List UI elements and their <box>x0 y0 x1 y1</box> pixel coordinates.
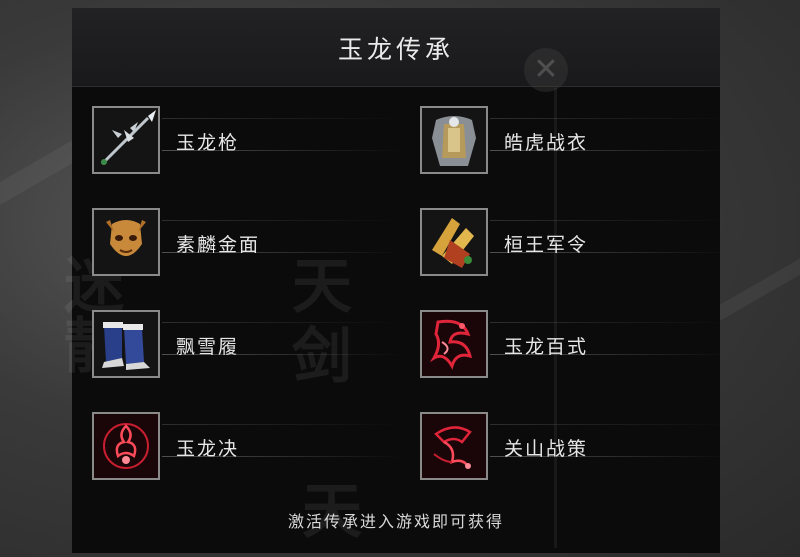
item-label: 素麟金面 <box>176 234 261 256</box>
dragon-art-icon <box>422 312 486 376</box>
reward-item[interactable]: 飘雪履 <box>92 310 402 384</box>
item-label: 玉龙枪 <box>176 132 240 154</box>
close-button[interactable]: ✕ <box>524 48 568 92</box>
item-label: 皓虎战衣 <box>504 132 589 154</box>
divider <box>162 220 402 221</box>
divider <box>162 424 402 425</box>
armor-icon <box>422 108 486 172</box>
golden-mask-icon <box>94 210 158 274</box>
reward-item[interactable]: 皓虎战衣 <box>420 106 730 180</box>
divider <box>490 118 730 119</box>
title-bar: 玉龙传承 ✕ <box>72 8 720 92</box>
reward-item[interactable]: 玉龙枪 <box>92 106 402 180</box>
item-label: 玉龙决 <box>176 438 240 460</box>
item-icon-frame <box>420 310 488 378</box>
divider <box>162 322 402 323</box>
military-order-icon <box>422 210 486 274</box>
divider <box>490 424 730 425</box>
item-icon-frame <box>420 106 488 174</box>
item-icon-frame <box>92 106 160 174</box>
item-icon-frame <box>420 412 488 480</box>
dragon-skill-icon <box>94 414 158 478</box>
item-label: 桓王军令 <box>504 234 589 256</box>
item-label: 关山战策 <box>504 438 589 460</box>
boots-icon <box>94 312 158 376</box>
item-icon-frame <box>92 412 160 480</box>
reward-item[interactable]: 桓王军令 <box>420 208 730 282</box>
reward-item[interactable]: 玉龙决 <box>92 412 402 486</box>
war-strategy-icon <box>422 414 486 478</box>
reward-item[interactable]: 玉龙百式 <box>420 310 730 384</box>
dialog-title: 玉龙传承 <box>337 35 454 64</box>
spear-icon <box>94 108 158 172</box>
close-icon: ✕ <box>533 52 559 87</box>
divider <box>162 118 402 119</box>
divider <box>490 220 730 221</box>
item-icon-frame <box>92 310 160 378</box>
divider <box>490 322 730 323</box>
reward-item[interactable]: 关山战策 <box>420 412 730 486</box>
reward-item[interactable]: 素麟金面 <box>92 208 402 282</box>
footer-hint: 激活传承进入游戏即可获得 <box>287 512 504 531</box>
item-label: 飘雪履 <box>176 336 240 358</box>
item-label: 玉龙百式 <box>504 336 589 358</box>
inheritance-dialog: 迷 靜 天 剑 天 玉龙传承 ✕ 玉龙枪 <box>64 8 730 553</box>
item-icon-frame <box>420 208 488 276</box>
item-icon-frame <box>92 208 160 276</box>
